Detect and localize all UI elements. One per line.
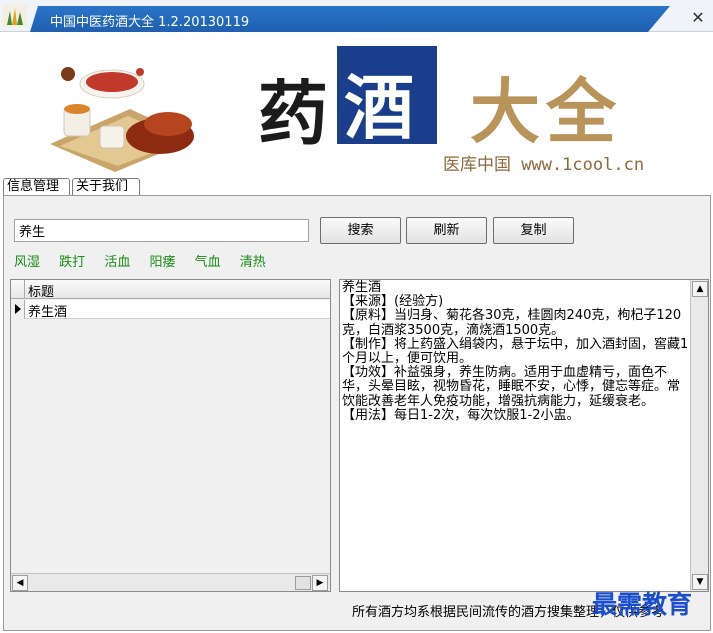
- tag-qixue[interactable]: 气血: [195, 251, 221, 270]
- title-bar: 中国中医药酒大全 1.2.20130119 ✕: [0, 0, 713, 32]
- scroll-right-icon[interactable]: ▶: [312, 575, 328, 591]
- banner-char-jiu: 酒: [344, 66, 414, 149]
- tab-about-us[interactable]: 关于我们: [72, 178, 140, 196]
- search-button[interactable]: 搜索: [320, 217, 401, 244]
- banner-char-yao: 药: [258, 72, 328, 155]
- detail-line-effects: 【功效】补益强身，养生防病。适用于血虚精亏，面色不华，头晕目眩，视物昏花，睡眠不…: [342, 365, 681, 409]
- scroll-down-icon[interactable]: ▼: [692, 574, 708, 590]
- watermark-logo: 最需教育: [592, 590, 693, 619]
- app-icon: [3, 5, 27, 27]
- current-row-arrow-icon: [11, 300, 25, 319]
- tag-fengshi[interactable]: 风湿: [14, 251, 40, 270]
- window-title: 中国中医药酒大全 1.2.20130119: [50, 15, 250, 30]
- vertical-scrollbar[interactable]: ▲ ▼: [690, 280, 708, 591]
- row-title-cell[interactable]: 养生酒: [28, 301, 67, 320]
- results-grid[interactable]: 标题 养生酒 ◀ ▶: [10, 279, 331, 592]
- recipe-detail-text: 养生酒 【来源】(经验方) 【原料】当归身、菊花各30克，桂圆肉240克，枸杞子…: [342, 280, 690, 423]
- tag-dieda[interactable]: 跌打: [59, 251, 85, 270]
- detail-line-preparation: 【制作】将上药盛入绢袋内，悬于坛中，加入酒封固，窖藏1个月以上，便可饮用。: [342, 336, 689, 367]
- herbal-food-image: [50, 67, 195, 172]
- search-input[interactable]: [14, 219, 309, 242]
- recipe-detail-textbox[interactable]: 养生酒 【来源】(经验方) 【原料】当归身、菊花各30克，桂圆肉240克，枸杞子…: [339, 279, 709, 592]
- scroll-left-icon[interactable]: ◀: [12, 575, 28, 591]
- banner: 药 酒 大全 医库中国 www.1cool.cn: [0, 32, 713, 176]
- copy-button[interactable]: 复制: [493, 217, 574, 244]
- table-row[interactable]: 养生酒: [11, 300, 330, 320]
- tab-strip: 信息管理 关于我们: [0, 176, 713, 196]
- detail-line-usage: 【用法】每日1-2次，每次饮服1-2小盅。: [342, 407, 580, 423]
- tag-qingre[interactable]: 清热: [240, 251, 266, 270]
- scroll-up-icon[interactable]: ▲: [692, 281, 708, 297]
- detail-line-ingredients: 【原料】当归身、菊花各30克，桂圆肉240克，枸杞子120克，白酒浆3500克，…: [342, 308, 682, 338]
- refresh-button[interactable]: 刷新: [406, 217, 487, 244]
- column-header-title[interactable]: 标题: [28, 281, 54, 300]
- tab-info-management[interactable]: 信息管理: [3, 178, 70, 196]
- tag-yangwei[interactable]: 阳痿: [149, 251, 175, 270]
- banner-site: 医库中国 www.1cool.cn: [443, 155, 645, 175]
- row-indicator-header: [11, 280, 25, 299]
- scroll-thumb[interactable]: [295, 576, 311, 590]
- quick-tags: 风湿 跌打 活血 阳痿 气血 清热: [14, 251, 281, 270]
- banner-char-daquan: 大全: [470, 70, 622, 153]
- main-panel: 搜索 刷新 复制 风湿 跌打 活血 阳痿 气血 清热 标题 养生酒 ◀ ▶ 养生…: [3, 195, 711, 631]
- grid-header: 标题: [11, 280, 330, 300]
- close-icon[interactable]: ✕: [688, 8, 708, 28]
- tag-huoxue[interactable]: 活血: [104, 251, 130, 270]
- horizontal-scrollbar[interactable]: ◀ ▶: [11, 573, 330, 591]
